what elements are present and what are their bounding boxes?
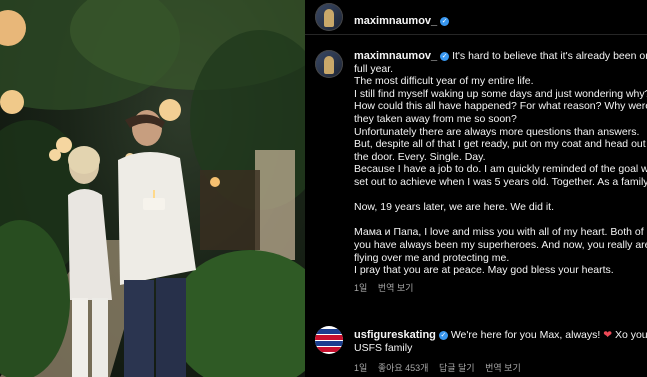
post-header: maximnaumov_ ✓	[305, 0, 647, 35]
photo-illustration	[0, 0, 305, 377]
post-caption: maximnaumov_ ✓ It's hard to believe that …	[354, 50, 647, 294]
comments-panel: maximnaumov_ ✓ maximnaumov_ ✓ It's hard to…	[305, 0, 647, 377]
see-translation-link[interactable]: 번역 보기	[485, 363, 521, 373]
caption-meta: 1일 번역 보기	[354, 282, 647, 295]
verified-badge-icon: ✓	[440, 17, 450, 26]
caption-line: they taken away from me so soon?	[354, 112, 517, 125]
caption-line: you have always been my superheroes. And…	[354, 238, 647, 251]
comment-item: usfigureskating ✓ We're here for you Max,…	[354, 329, 647, 375]
avatar[interactable]	[315, 3, 343, 31]
caption-line: Мама и Папа, I love and miss you with al…	[354, 226, 644, 239]
caption-line: The most difficult year of my entire lif…	[354, 75, 534, 88]
caption-line: full year.	[354, 62, 394, 75]
caption-time[interactable]: 1일	[354, 283, 367, 293]
caption-line: flying over me and protecting me.	[354, 251, 510, 264]
caption-line: Unfortunately there are always more ques…	[354, 125, 640, 138]
caption-line: the door. Every. Single. Day.	[354, 150, 486, 163]
see-translation-link[interactable]: 번역 보기	[378, 283, 414, 293]
caption-username[interactable]: maximnaumov_	[354, 50, 437, 62]
reply-button[interactable]: 답글 달기	[439, 363, 475, 373]
comment-text: We're here for you Max, always!	[450, 329, 601, 341]
caption-line: I still find myself waking up some days …	[354, 87, 647, 100]
caption-line: It's hard to believe that it's already b…	[452, 50, 647, 62]
comment-text-line2: USFS family	[354, 341, 413, 354]
caption-line: set out to achieve when I was 5 years ol…	[354, 175, 647, 188]
verified-badge-icon: ✓	[440, 52, 450, 61]
comment-text-end: Xo your	[614, 329, 647, 341]
caption-avatar[interactable]	[315, 50, 343, 78]
comment-time[interactable]: 1일	[354, 363, 367, 373]
caption-line: Now, 19 years later, we are here. We did…	[354, 201, 554, 214]
comment-meta: 1일 좋아요 453개 답글 달기 번역 보기	[354, 362, 647, 375]
heart-emoji-icon: ❤	[603, 329, 613, 341]
header-username[interactable]: maximnaumov_	[354, 15, 437, 27]
caption-line: I pray that you are at peace. May god bl…	[354, 264, 614, 277]
caption-line: Because I have a job to do. I am quickly…	[354, 163, 647, 176]
verified-badge-icon: ✓	[438, 331, 448, 340]
comment-likes[interactable]: 좋아요 453개	[378, 363, 429, 373]
caption-line: But, despite all of that I get ready, pu…	[354, 138, 646, 151]
post-photo[interactable]	[0, 0, 305, 377]
usfs-avatar[interactable]	[315, 326, 343, 354]
caption-line: How could this all have happened? For wh…	[354, 100, 647, 113]
comment-username[interactable]: usfigureskating	[354, 329, 436, 341]
